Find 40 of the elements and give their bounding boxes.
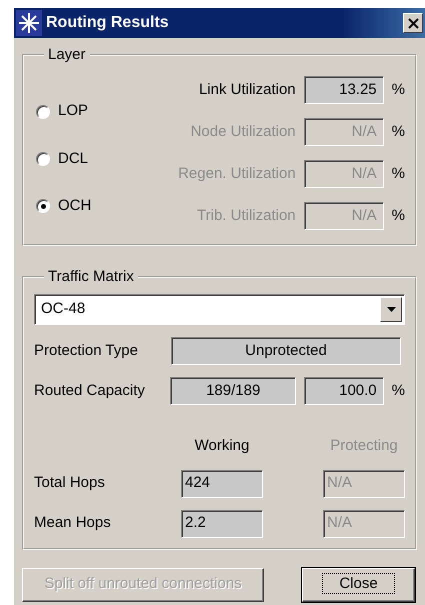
- radio-button[interactable]: [36, 152, 50, 166]
- radio-label[interactable]: OCH: [58, 195, 92, 218]
- close-icon: [408, 18, 418, 28]
- radio-button[interactable]: [36, 104, 50, 119]
- value-field: N/A: [323, 510, 405, 538]
- value-field: N/A: [304, 118, 384, 146]
- radio-label[interactable]: DCL: [58, 148, 88, 170]
- row-label: Mean Hops: [34, 513, 112, 534]
- unit-label: %: [392, 122, 405, 142]
- column-header: Working: [194, 436, 250, 456]
- field-label: Link Utilization: [198, 80, 296, 100]
- caret-icon: [386, 307, 396, 312]
- field-label: Trib. Utilization: [197, 206, 296, 226]
- value-field: 13.25: [304, 76, 384, 104]
- radio-label[interactable]: LOP: [58, 100, 88, 123]
- field-label: Regen. Utilization: [178, 164, 296, 184]
- value-field: N/A: [304, 160, 384, 188]
- field-label: Routed Capacity: [34, 380, 146, 401]
- dialog-button[interactable]: Close: [302, 568, 415, 602]
- value-field: N/A: [304, 202, 384, 230]
- percent-field: 100.0: [304, 377, 384, 405]
- capacity-field: 189/189: [170, 377, 296, 405]
- unit-label: %: [392, 164, 405, 184]
- window-title: Routing Results: [46, 13, 169, 33]
- value-field: N/A: [323, 470, 405, 498]
- close-button[interactable]: [403, 13, 423, 33]
- group-label: Traffic Matrix: [47, 268, 135, 286]
- radio-button[interactable]: [36, 199, 50, 214]
- field-label: Protection Type: [34, 340, 139, 361]
- unit-label: %: [392, 80, 405, 100]
- unit-label: %: [392, 380, 405, 401]
- group-label: Layer: [47, 46, 87, 64]
- value-field: 424: [181, 470, 263, 498]
- row-label: Total Hops: [34, 473, 106, 494]
- column-header: Protecting: [329, 436, 399, 456]
- unit-label: %: [392, 206, 405, 226]
- value-field: 2.2: [181, 510, 263, 538]
- protection-type-field: Unprotected: [171, 337, 401, 365]
- field-label: Node Utilization: [190, 122, 296, 142]
- matrix-dropdown[interactable]: OC-48: [34, 294, 405, 325]
